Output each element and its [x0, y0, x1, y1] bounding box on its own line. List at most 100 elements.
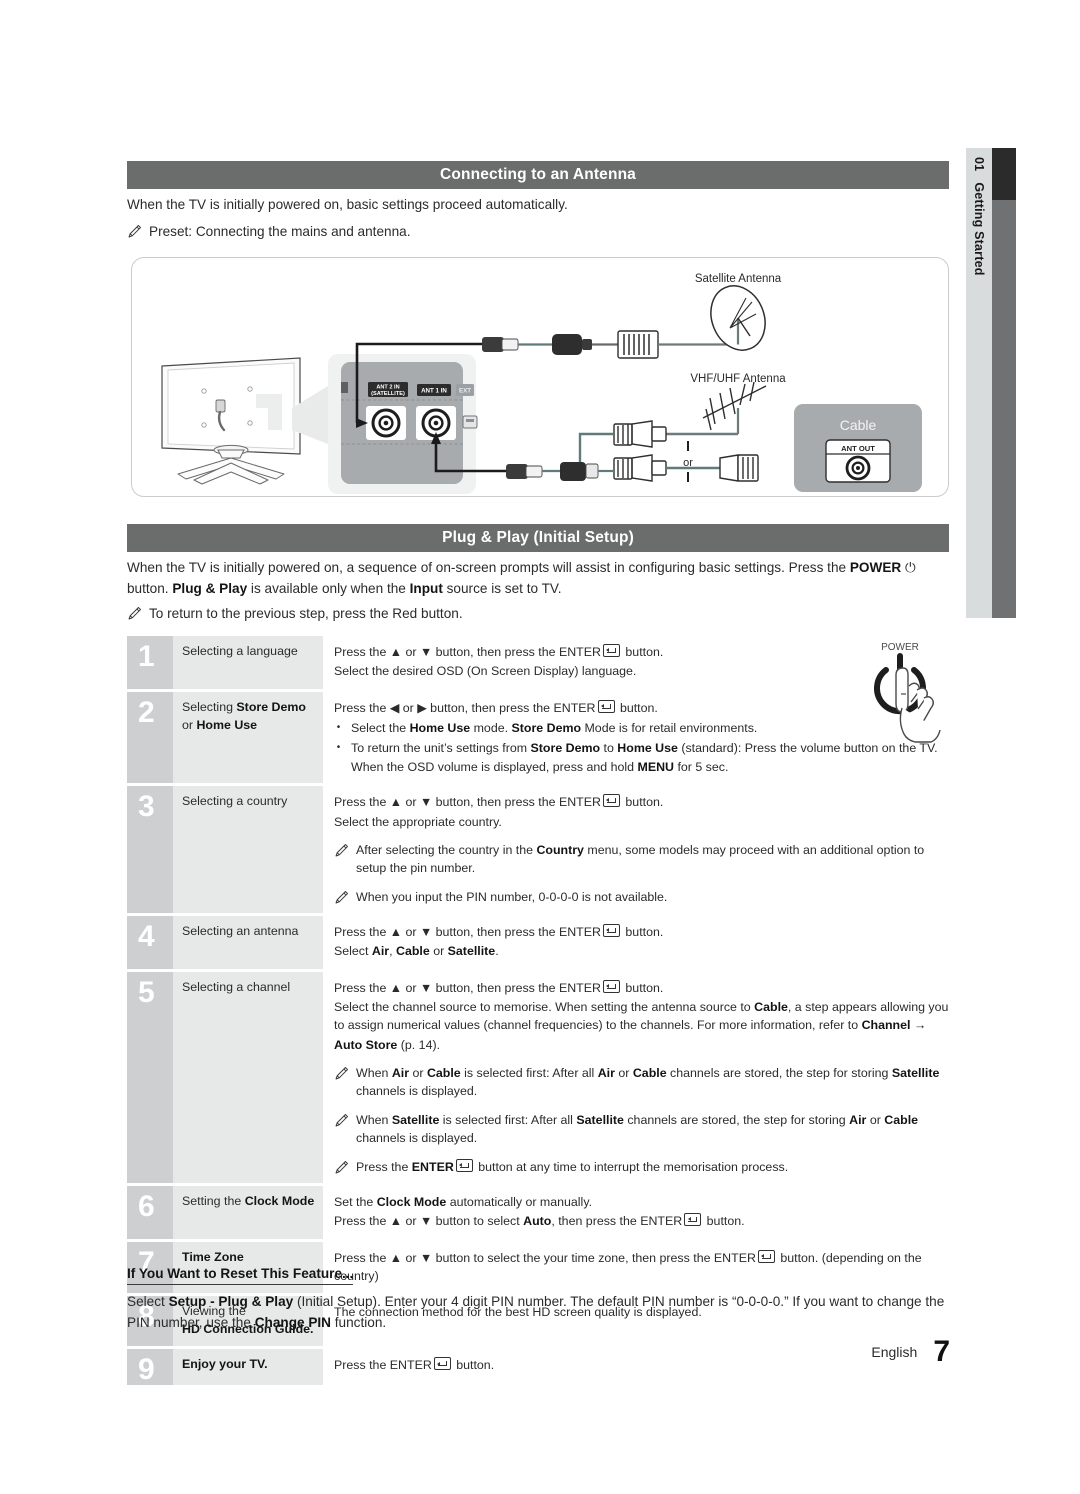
- text-run: To return the unit’s settings from: [351, 741, 531, 756]
- step-note: When Satellite is selected first: After …: [334, 1111, 949, 1148]
- step-description-line: Set the Clock Mode automatically or manu…: [334, 1193, 949, 1211]
- text-run: channels are stored, the step for storin…: [666, 1066, 892, 1081]
- port-ant2-sub-text: (SATELLITE): [371, 391, 405, 397]
- satellite-dish-icon: [710, 285, 766, 351]
- text-run: Satellite: [891, 1066, 940, 1081]
- text-run: ENTER: [713, 1250, 756, 1265]
- text-run: Country: [536, 842, 584, 857]
- text-run: Setup - Plug & Play: [168, 1294, 294, 1309]
- text-run: Enjoy your TV.: [182, 1357, 268, 1372]
- text-run: When the TV is initially powered on, a s…: [127, 560, 850, 575]
- step-description: Press the ◀ or ▶ button, then press the …: [323, 692, 949, 783]
- step-note-text: After selecting the country in the Count…: [356, 841, 949, 878]
- text-run: Press the ▲ or ▼ button, then press the: [334, 645, 559, 659]
- text-run: channels is displayed.: [356, 1084, 478, 1099]
- step-number: 2: [127, 691, 173, 784]
- page-footer: English 7: [700, 1337, 950, 1367]
- text-run: Cable: [426, 1066, 461, 1081]
- text-run: ENTER: [553, 700, 596, 715]
- text-run: Select: [334, 944, 372, 959]
- chapter-side-tab: 01 Getting Started: [966, 148, 992, 618]
- text-run: source is set to TV.: [442, 580, 562, 596]
- plug-and-play-note: To return to the previous step, press th…: [127, 604, 955, 625]
- ant1-plug: [506, 462, 614, 481]
- step-number: 4: [127, 915, 173, 969]
- pencil-note-icon: [335, 843, 349, 857]
- text-run: Press the: [334, 1358, 390, 1373]
- text-run: Select the channel source to memorise. W…: [334, 1000, 755, 1015]
- text-run: Select the appropriate country.: [334, 814, 502, 829]
- bullet-text: To return the unit’s settings from Store…: [351, 739, 949, 776]
- text-run: Air: [597, 1066, 615, 1081]
- text-run: button.: [452, 1358, 495, 1373]
- step-description-line: Press the ▲ or ▼ button, then press the …: [334, 923, 949, 941]
- step-note: Press the ENTER button at any time to in…: [334, 1158, 949, 1176]
- text-run: POWER: [849, 560, 902, 575]
- step-row: 5 Selecting a channel Press the ▲ or ▼ but…: [127, 971, 949, 1183]
- chapter-side-tab-label: 01 Getting Started: [966, 148, 992, 618]
- step-note-text: When Air or Cable is selected first: Aft…: [356, 1064, 949, 1101]
- antenna-note-text: Preset: Connecting the mains and antenna…: [149, 224, 411, 239]
- chapter-marker-dark: [992, 148, 1016, 200]
- step-note: After selecting the country in the Count…: [334, 841, 949, 878]
- pencil-note-icon: [335, 1160, 349, 1173]
- text-run: channels are stored, the step for storin…: [623, 1112, 850, 1127]
- step-description: Press the ▲ or ▼ button, then press the …: [323, 916, 949, 969]
- text-run: or: [429, 944, 448, 959]
- text-run: Home Use: [617, 741, 678, 756]
- text-run: Select: [127, 1294, 169, 1309]
- pencil-note-icon: [128, 224, 142, 238]
- text-run: Press the ▲ or ▼ button, then press the: [334, 980, 559, 995]
- text-run: button at any time to interrupt the memo…: [474, 1159, 789, 1174]
- pencil-note-icon: [335, 890, 349, 904]
- chapter-number: 01: [972, 157, 986, 172]
- step-description-line: Auto Store (p. 14).: [334, 1036, 949, 1054]
- text-run: button.: [621, 980, 664, 995]
- enter-key-icon: [433, 1357, 451, 1371]
- text-run: Auto: [523, 1214, 552, 1229]
- text-run: Time Zone: [182, 1249, 244, 1264]
- chapter-marker-gray: [992, 200, 1016, 618]
- step-label: Setting the Clock Mode: [173, 1185, 323, 1239]
- text-run: button.: [616, 700, 658, 715]
- text-run: Satellite: [576, 1112, 624, 1127]
- step-number: 9: [127, 1349, 173, 1386]
- step-row: 2 Selecting Store Demo or Home Use Press t…: [127, 691, 949, 784]
- text-run: Home Use: [409, 721, 471, 736]
- text-run: Selecting an antenna: [182, 923, 299, 938]
- text-run: MENU: [637, 759, 674, 774]
- text-run: automatically or manually.: [446, 1194, 593, 1209]
- bullet-text: Select the Home Use mode. Store Demo Mod…: [351, 719, 949, 737]
- port-ext-text: EXT: [459, 388, 471, 395]
- text-run: Select the desired OSD (On Screen Displa…: [334, 664, 637, 679]
- text-run: Air: [849, 1112, 867, 1127]
- step-label: Selecting a language: [173, 636, 323, 689]
- step-row: 6 Setting the Clock Mode Set the Clock Mod…: [127, 1185, 949, 1239]
- text-run: Clock Mode: [376, 1194, 447, 1209]
- text-run: Air: [371, 944, 390, 959]
- step-description-line: Select the appropriate country.: [334, 813, 949, 831]
- step-label: Selecting a country: [173, 786, 323, 913]
- port-ant2-text: ANT 2 IN: [376, 385, 399, 391]
- text-run: Home Use: [196, 717, 258, 732]
- step-bullet-item: • To return the unit’s settings from Stor…: [334, 739, 949, 776]
- text-run: is selected first: After all: [439, 1112, 577, 1127]
- step-note-text: When Satellite is selected first: After …: [356, 1111, 949, 1148]
- step-description-line: Select the desired OSD (On Screen Displa…: [334, 662, 949, 680]
- cable-box-port-label: ANT OUT: [841, 444, 875, 453]
- step-description: Press the ▲ or ▼ button, then press the …: [323, 972, 949, 1183]
- text-run: When: [356, 1112, 392, 1127]
- enter-key-icon: [455, 1158, 473, 1172]
- step-description: Set the Clock Mode automatically or manu…: [323, 1186, 949, 1239]
- text-run: button.: [703, 1214, 745, 1229]
- step-number: 6: [127, 1185, 173, 1239]
- text-run: ENTER: [411, 1159, 454, 1174]
- text-run: ENTER: [558, 645, 601, 659]
- step-number: 5: [127, 971, 173, 1183]
- diagram-svg: ANT 2 IN (SATELLITE) ANT 1 IN EXT Satell…: [161, 273, 922, 494]
- text-run: Change PIN: [254, 1315, 331, 1331]
- text-run: Satellite: [391, 1112, 440, 1127]
- satellite-plug-near: [482, 337, 552, 352]
- cable-box: Cable ANT OUT: [794, 404, 922, 492]
- text-run: ENTER: [640, 1214, 683, 1229]
